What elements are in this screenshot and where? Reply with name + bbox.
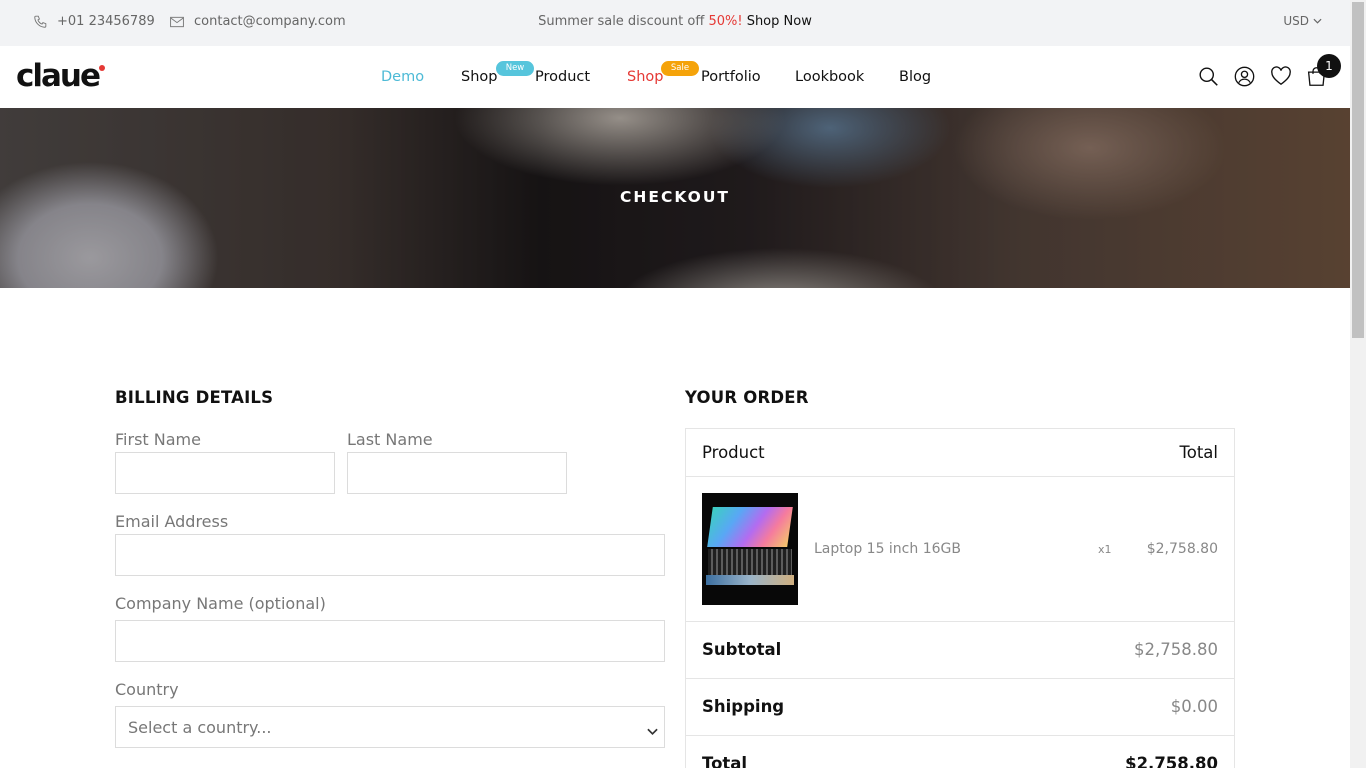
logo-text: claue [16, 58, 101, 94]
laptop-keyboard-image [708, 549, 792, 575]
page-banner: CHECKOUT [0, 108, 1350, 288]
company-label: Company Name (optional) [115, 594, 326, 613]
chevron-down-icon [1313, 18, 1322, 24]
last-name-label: Last Name [347, 430, 433, 449]
nav-product[interactable]: Product [535, 69, 590, 85]
total-label: Total [702, 754, 748, 768]
subtotal-row: Subtotal $2,758.80 [686, 622, 1234, 679]
subtotal-label: Subtotal [702, 640, 782, 659]
logo[interactable]: claue [16, 58, 106, 94]
order-item-row: Laptop 15 inch 16GB x1 $2,758.80 [686, 477, 1234, 622]
order-summary-table: Product Total Laptop 15 inch 16GB x1 $2,… [685, 428, 1235, 768]
nav-lookbook[interactable]: Lookbook [795, 69, 864, 85]
nav-blog[interactable]: Blog [899, 69, 931, 85]
search-icon[interactable] [1198, 66, 1219, 91]
laptop-base-image [706, 575, 794, 585]
new-badge: New [496, 61, 534, 76]
nav-demo[interactable]: Demo [381, 69, 424, 85]
page-scrollbar[interactable] [1350, 0, 1366, 768]
country-label: Country [115, 680, 179, 699]
laptop-screen-image [707, 507, 793, 547]
sale-badge: Sale [661, 61, 699, 76]
shipping-row: Shipping $0.00 [686, 679, 1234, 736]
country-select[interactable]: Select a country... [115, 706, 665, 748]
shipping-value: $0.00 [1170, 697, 1218, 716]
currency-label: USD [1283, 14, 1309, 28]
first-name-label: First Name [115, 430, 201, 449]
first-name-field[interactable] [115, 452, 335, 494]
shipping-label: Shipping [702, 697, 785, 716]
heart-icon[interactable] [1270, 66, 1292, 90]
product-name[interactable]: Laptop 15 inch 16GB [814, 541, 961, 557]
top-bar: +01 23456789 contact@company.com Summer … [0, 0, 1350, 46]
last-name-field[interactable] [347, 452, 567, 494]
promo-message: Summer sale discount off 50%! Shop Now [0, 14, 1350, 29]
subtotal-value: $2,758.80 [1134, 640, 1218, 659]
billing-title: BILLING DETAILS [115, 388, 274, 407]
product-column-header: Product [702, 443, 765, 462]
user-icon[interactable] [1234, 66, 1255, 91]
total-value: $2,758.80 [1125, 754, 1218, 768]
chevron-down-icon [647, 721, 658, 740]
currency-selector[interactable]: USD [1283, 14, 1322, 28]
nav-shop[interactable]: Shop [461, 69, 497, 85]
promo-text: Summer sale discount off [538, 14, 705, 29]
total-column-header: Total [1179, 443, 1218, 462]
product-quantity: x1 [1098, 543, 1112, 556]
scrollbar-thumb[interactable] [1352, 2, 1364, 338]
company-field[interactable] [115, 620, 665, 662]
cart-count-badge: 1 [1317, 54, 1341, 78]
email-label: Email Address [115, 512, 229, 531]
nav-shop-sale[interactable]: Shop [627, 69, 663, 85]
product-price: $2,758.80 [1146, 541, 1218, 557]
country-select-value: Select a country... [128, 718, 272, 737]
product-thumbnail[interactable] [702, 493, 798, 605]
site-header: claue Demo Shop New Product Shop Sale Po… [0, 46, 1350, 108]
order-header-row: Product Total [686, 429, 1234, 477]
nav-portfolio[interactable]: Portfolio [701, 69, 761, 85]
promo-percent: 50%! [708, 14, 743, 29]
email-field[interactable] [115, 534, 665, 576]
shop-now-link[interactable]: Shop Now [747, 14, 812, 29]
page-title: CHECKOUT [620, 188, 730, 206]
logo-dot [99, 65, 106, 71]
total-row: Total $2,758.80 [686, 736, 1234, 768]
order-title: YOUR ORDER [685, 388, 809, 407]
